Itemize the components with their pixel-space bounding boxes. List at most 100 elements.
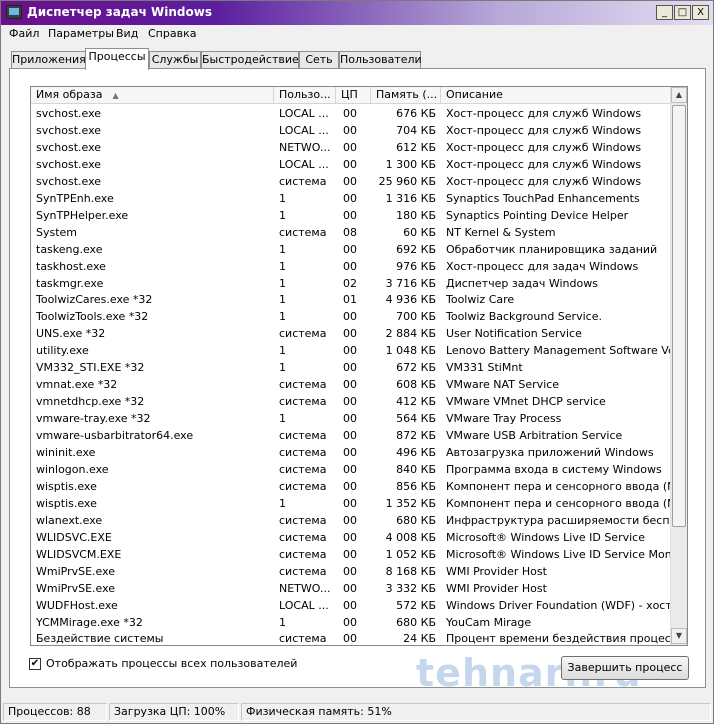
process-row[interactable]: YCMMirage.exe *32 1 00 680 КБ YouCam Mirage [31,614,671,631]
process-memory-cell: 564 КБ [396,412,436,426]
process-memory-cell: 25 960 КБ [378,174,436,188]
process-description-cell: Обработчик планировщика заданий [446,242,658,256]
process-user-cell: 1 [279,344,286,358]
process-row[interactable]: ToolwizTools.exe *32 1 00 700 КБ Toolwiz Bac… [31,308,671,325]
column-image-name[interactable]: Имя образа ▲ [31,87,274,104]
process-user-cell: система [279,513,327,527]
scroll-down-icon[interactable]: ▼ [671,628,687,644]
show-all-users-checkbox[interactable]: ✔ [29,658,41,670]
process-row[interactable]: WUDFHost.exe LOCAL ... 00 572 КБ Windows Dri… [31,597,671,614]
column-description[interactable]: Описание [441,87,671,104]
menu-options[interactable]: Параметры [48,27,114,40]
process-memory-cell: 1 300 КБ [385,157,436,171]
process-memory-cell: 872 КБ [396,429,436,443]
process-row[interactable]: svchost.exe LOCAL ... 00 676 КБ Хост-процесс… [31,105,671,122]
process-row[interactable]: WLIDSVCM.EXE система 00 1 052 КБ Microsoft® … [31,546,671,563]
tab-network[interactable]: Сеть [299,51,339,69]
minimize-button[interactable]: _ [656,5,673,20]
process-row[interactable]: vmware-tray.exe *32 1 00 564 КБ VMware Tray … [31,410,671,427]
process-user-cell: NETWO... [279,581,331,595]
process-row[interactable]: wisptis.exe система 00 856 КБ Компонент пера… [31,478,671,495]
tab-applications[interactable]: Приложения [11,51,86,69]
process-row[interactable]: svchost.exe LOCAL ... 00 1 300 КБ Хост-проце… [31,156,671,173]
process-row[interactable]: vmware-usbarbitrator64.exe система 00 872 К… [31,427,671,444]
process-memory-cell: 2 884 КБ [385,327,436,341]
process-row[interactable]: WmiPrvSE.exe NETWO... 00 3 332 КБ WMI Provid… [31,580,671,597]
process-row[interactable]: SynTPEnh.exe 1 00 1 316 КБ Synaptics TouchPa… [31,190,671,207]
maximize-button[interactable]: □ [674,5,691,20]
process-description-cell: Хост-процесс для задач Windows [446,259,639,273]
process-memory-cell: 4 008 КБ [385,530,436,544]
process-description-cell: WMI Provider Host [446,564,547,578]
column-user[interactable]: Пользо... [274,87,336,104]
process-row[interactable]: System система 08 60 КБ NT Kernel & System [31,224,671,241]
process-description-cell: VMware VMnet DHCP service [446,395,606,409]
process-row[interactable]: ToolwizCares.exe *32 1 01 4 936 КБ Toolwiz C… [31,291,671,308]
scroll-up-icon[interactable]: ▲ [671,87,687,103]
process-user-cell: система [279,174,327,188]
menu-view[interactable]: Вид [116,27,138,40]
process-description-cell: VMware USB Arbitration Service [446,429,623,443]
vertical-scrollbar[interactable]: ▲ ▼ [670,87,687,645]
process-memory-cell: 692 КБ [396,242,436,256]
process-name-cell: wisptis.exe [36,496,97,510]
window-title: Диспетчер задач Windows [27,5,212,19]
process-row[interactable]: wisptis.exe 1 00 1 352 КБ Компонент пера и с… [31,495,671,512]
menu-help[interactable]: Справка [148,27,196,40]
scroll-thumb[interactable] [672,105,686,527]
process-cpu-cell: 00 [343,547,357,561]
process-row[interactable]: winlogon.exe система 00 840 КБ Программа вхо… [31,461,671,478]
process-row[interactable]: utility.exe 1 00 1 048 КБ Lenovo Battery Man… [31,342,671,359]
process-cpu-cell: 00 [343,208,357,222]
process-description-cell: VM331 StiMnt [446,361,523,375]
process-row[interactable]: vmnat.exe *32 система 00 608 КБ VMware NAT S… [31,376,671,393]
process-row[interactable]: svchost.exe NETWO... 00 612 КБ Хост-процесс … [31,139,671,156]
process-memory-cell: 8 168 КБ [385,564,436,578]
close-button[interactable]: X [692,5,709,20]
process-description-cell: Хост-процесс для служб Windows [446,123,642,137]
process-description-cell: VMware Tray Process [446,412,562,426]
process-row[interactable]: wininit.exe система 00 496 КБ Автозагрузка п… [31,444,671,461]
process-name-cell: UNS.exe *32 [36,327,106,341]
process-memory-cell: 1 052 КБ [385,547,436,561]
tab-services[interactable]: Службы [149,51,201,69]
process-user-cell: система [279,395,327,409]
show-all-users-label: Отображать процессы всех пользователей [46,657,298,670]
process-user-cell: LOCAL ... [279,157,329,171]
process-cpu-cell: 00 [343,107,357,120]
process-row[interactable]: VM332_STI.EXE *32 1 00 672 КБ VM331 StiMnt [31,359,671,376]
process-row[interactable]: SynTPHelper.exe 1 00 180 КБ Synaptics Pointi… [31,207,671,224]
process-name-cell: wininit.exe [36,446,96,459]
column-cpu[interactable]: ЦП [336,87,371,104]
process-row[interactable]: vmnetdhcp.exe *32 система 00 412 КБ VMware V… [31,393,671,410]
tab-users[interactable]: Пользователи [339,51,422,69]
process-memory-cell: 608 КБ [396,378,436,392]
column-memory[interactable]: Память (... [371,87,441,104]
title-bar[interactable]: Диспетчер задач Windows _ □ X [1,1,713,25]
menu-file[interactable]: Файл [9,27,39,40]
process-memory-cell: 3 716 КБ [385,276,436,290]
process-row[interactable]: WLIDSVC.EXE система 00 4 008 КБ Microsoft® W… [31,529,671,546]
tab-performance[interactable]: Быстродействие [201,51,299,69]
process-row[interactable]: taskmgr.exe 1 02 3 716 КБ Диспетчер задач Wi… [31,275,671,292]
process-description-cell: YouCam Mirage [446,615,532,629]
process-user-cell: 1 [279,208,286,222]
process-row[interactable]: svchost.exe LOCAL ... 00 704 КБ Хост-процесс… [31,122,671,139]
process-name-cell: wisptis.exe [36,479,97,493]
process-name-cell: wlanext.exe [36,513,103,527]
process-user-cell: NETWO... [279,140,331,154]
process-row[interactable]: svchost.exe система 00 25 960 КБ Хост-процес… [31,173,671,190]
process-memory-cell: 60 КБ [403,225,436,239]
process-row[interactable]: Бездействие системы система 00 24 КБ Процент… [31,630,671,645]
process-row[interactable]: wlanext.exe система 00 680 КБ Инфраструктура… [31,512,671,529]
process-list[interactable]: Имя образа ▲ Пользо... ЦП Память (... Опи… [30,86,688,646]
process-row[interactable]: taskhost.exe 1 00 976 КБ Хост-процесс для за… [31,258,671,275]
process-row[interactable]: UNS.exe *32 система 00 2 884 КБ User Notific… [31,325,671,342]
process-user-cell: система [279,225,327,239]
tab-processes[interactable]: Процессы [85,48,149,70]
process-memory-cell: 1 316 КБ [385,191,436,205]
process-user-cell: 1 [279,412,286,426]
end-process-button[interactable]: Завершить процесс [561,656,689,680]
process-row[interactable]: WmiPrvSE.exe система 00 8 168 КБ WMI Provide… [31,563,671,580]
process-row[interactable]: taskeng.exe 1 00 692 КБ Обработчик планировщ… [31,241,671,258]
